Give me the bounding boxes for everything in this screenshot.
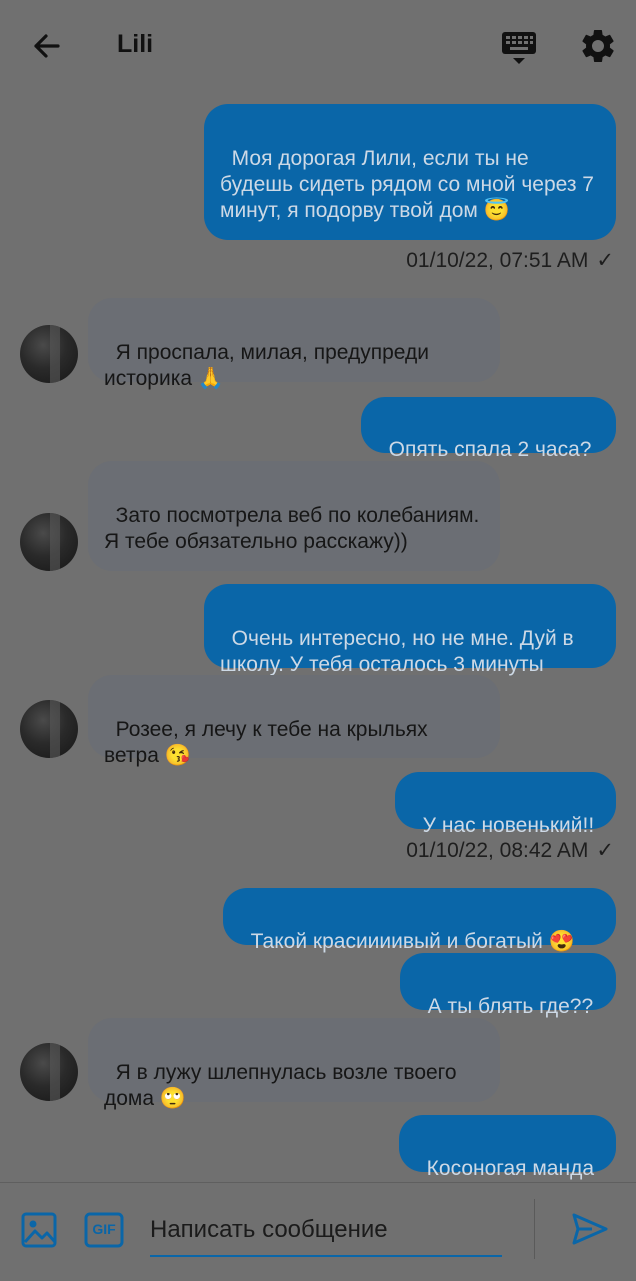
message-bubble-outgoing[interactable]: Такой красиииивый и богатый 😍 xyxy=(223,888,616,953)
message-bubble-incoming[interactable]: Я в лужу шлепнулась возле твоего дома 🙄 xyxy=(88,1018,500,1110)
message-text: Такой красиииивый и богатый 😍 xyxy=(250,930,575,953)
composer-divider xyxy=(534,1199,535,1259)
avatar[interactable] xyxy=(20,1043,78,1101)
message-text: Я в лужу шлепнулась возле твоего дома 🙄 xyxy=(104,1061,463,1110)
chat-title: Lili xyxy=(117,30,154,58)
message-input-placeholder: Написать сообщение xyxy=(150,1216,388,1243)
settings-button[interactable] xyxy=(578,26,618,66)
message-bubble-outgoing[interactable]: У нас новенький!! xyxy=(395,772,616,837)
arrow-left-icon xyxy=(34,34,60,58)
message-bubble-outgoing[interactable]: Косоногая манда xyxy=(399,1115,616,1180)
timestamp-text: 01/10/22, 08:42 AM xyxy=(406,839,589,862)
back-button[interactable] xyxy=(28,28,64,64)
message-input[interactable]: Написать сообщение xyxy=(150,1203,502,1257)
message-text: А ты блять где?? xyxy=(427,995,594,1018)
gif-button[interactable]: GIF xyxy=(84,1211,124,1249)
avatar[interactable] xyxy=(20,513,78,571)
message-bubble-outgoing[interactable]: Очень интересно, но не мне. Дуй в школу.… xyxy=(204,584,616,676)
send-icon xyxy=(572,1213,608,1245)
message-bubble-incoming[interactable]: Зато посмотрела веб по колебаниям. Я теб… xyxy=(88,461,500,571)
message-bubble-outgoing[interactable]: Моя дорогая Лили, если ты не будешь сиде… xyxy=(204,104,616,240)
check-icon: ✓ xyxy=(596,249,614,272)
gif-label: GIF xyxy=(92,1221,116,1237)
attach-image-button[interactable] xyxy=(20,1211,58,1249)
message-timestamp: 01/10/22, 07:51 AM ✓ xyxy=(406,248,614,273)
message-text: Розее, я лечу к тебе на крыльях ветра 😘 xyxy=(104,718,434,767)
message-bubble-outgoing[interactable]: А ты блять где?? xyxy=(400,953,616,1018)
message-bubble-outgoing[interactable]: Опять спала 2 часа? xyxy=(361,397,616,461)
top-bar: Lili xyxy=(0,0,636,92)
message-composer: GIF Написать сообщение xyxy=(0,1182,636,1281)
check-icon: ✓ xyxy=(596,839,614,862)
message-bubble-incoming[interactable]: Розее, я лечу к тебе на крыльях ветра 😘 xyxy=(88,675,500,767)
gear-icon xyxy=(582,29,614,63)
message-text: Зато посмотрела веб по колебаниям. Я теб… xyxy=(104,504,486,553)
message-text: Очень интересно, но не мне. Дуй в школу.… xyxy=(220,627,580,676)
keyboard-button[interactable] xyxy=(500,28,538,66)
message-text: Опять спала 2 часа? xyxy=(388,438,592,461)
avatar[interactable] xyxy=(20,700,78,758)
message-text: Косоногая манда xyxy=(426,1157,595,1180)
message-text: Я проспала, милая, предупреди историка 🙏 xyxy=(104,341,435,390)
keyboard-icon xyxy=(502,32,536,64)
send-button[interactable] xyxy=(570,1209,610,1249)
avatar[interactable] xyxy=(20,325,78,383)
message-bubble-incoming[interactable]: Я проспала, милая, предупреди историка 🙏 xyxy=(88,298,500,390)
image-icon xyxy=(21,1212,57,1248)
message-text: Моя дорогая Лили, если ты не будешь сиде… xyxy=(220,147,600,222)
timestamp-text: 01/10/22, 07:51 AM xyxy=(406,249,589,272)
message-text: У нас новенький!! xyxy=(422,814,595,837)
message-timestamp: 01/10/22, 08:42 AM ✓ xyxy=(406,838,614,863)
